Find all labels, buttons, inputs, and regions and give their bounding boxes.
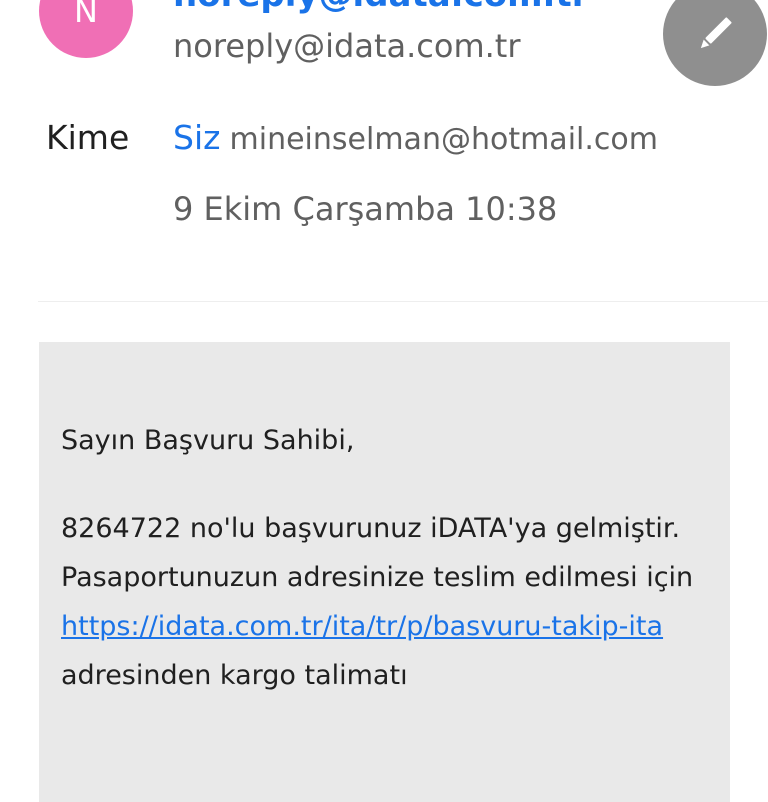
- message-paragraph: 8264722 no'lu başvurunuz iDATA'ya gelmiş…: [61, 504, 701, 700]
- message-greeting: Sayın Başvuru Sahibi,: [61, 425, 355, 456]
- sender-email: noreply@idata.com.tr: [173, 27, 521, 65]
- message-date: 9 Ekim Çarşamba 10:38: [173, 190, 558, 228]
- recipient-row: Siz mineinselman@hotmail.com: [173, 118, 658, 158]
- avatar-letter: N: [74, 0, 98, 30]
- divider: [38, 301, 768, 302]
- compose-button[interactable]: [663, 0, 767, 86]
- message-card: Sayın Başvuru Sahibi, 8264722 no'lu başv…: [39, 342, 730, 802]
- message-text-2: adresinden kargo talimatı: [61, 660, 408, 691]
- message-body: Sayın Başvuru Sahibi, 8264722 no'lu başv…: [61, 416, 701, 700]
- tracking-link[interactable]: https://idata.com.tr/ita/tr/p/basvuru-ta…: [61, 611, 663, 642]
- sender-name[interactable]: noreply@idata.com.tr: [173, 0, 588, 12]
- sender-avatar: N: [39, 0, 133, 58]
- recipient-email: mineinselman@hotmail.com: [229, 122, 658, 157]
- recipient-name[interactable]: Siz: [173, 118, 220, 157]
- pencil-icon: [700, 17, 732, 49]
- message-text-1: 8264722 no'lu başvurunuz iDATA'ya gelmiş…: [61, 513, 694, 593]
- to-label: Kime: [46, 118, 130, 157]
